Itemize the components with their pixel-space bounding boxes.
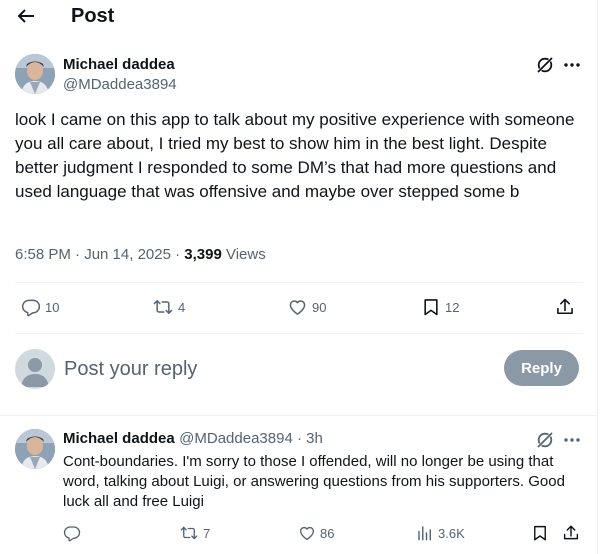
grok-icon[interactable]	[535, 430, 555, 450]
share-action[interactable]	[555, 297, 575, 317]
reply-bookmark-action[interactable]	[531, 524, 549, 542]
reply-input[interactable]: Post your reply	[64, 357, 197, 381]
post-text: look I came on this app to talk about my…	[15, 110, 575, 201]
reply-action[interactable]: 10	[21, 297, 59, 317]
repost-count: 4	[178, 299, 186, 315]
reply-like-action[interactable]: 86	[298, 524, 334, 542]
bookmark-icon	[424, 299, 438, 316]
reply-avatar[interactable]	[15, 429, 55, 469]
reply-icon	[21, 299, 41, 317]
reply-repost-action[interactable]: 7	[179, 524, 210, 542]
back-arrow-icon[interactable]	[14, 4, 38, 28]
post-timestamp[interactable]: 6:58 PM · Jun 14, 2025 ·	[15, 246, 184, 263]
reply-reply-action[interactable]	[63, 524, 85, 542]
divider	[15, 333, 583, 334]
divider	[15, 282, 583, 283]
page-title: Post	[71, 5, 115, 27]
reply-author-handle[interactable]: @MDaddea3894 · 3h	[179, 430, 323, 447]
views-label: Views	[221, 246, 266, 263]
reply-post-text: Cont-boundaries. I'm sorry to those I of…	[63, 453, 565, 510]
bookmark-icon	[534, 525, 546, 541]
reply-views-action[interactable]: 3.6K	[416, 524, 465, 542]
grok-icon[interactable]	[535, 55, 555, 75]
repost-icon	[153, 300, 173, 314]
avatar[interactable]	[15, 54, 55, 94]
reply-like-count: 86	[320, 525, 335, 541]
more-icon[interactable]	[562, 430, 582, 450]
repost-action[interactable]: 4	[152, 297, 185, 317]
views-count: 3,399	[184, 246, 222, 263]
author-name[interactable]: Michael daddea	[63, 56, 175, 74]
user-avatar[interactable]	[15, 349, 55, 389]
like-icon	[289, 300, 306, 315]
reply-count: 10	[45, 299, 60, 315]
bookmark-action[interactable]: 12	[421, 297, 459, 317]
like-count: 90	[312, 299, 327, 315]
bookmark-count: 12	[445, 299, 460, 315]
more-icon[interactable]	[562, 55, 582, 75]
post-meta: 6:58 PM · Jun 14, 2025 · 3,399 Views	[15, 246, 266, 264]
reply-header: Michael daddea @MDaddea3894 · 3h	[63, 430, 323, 448]
like-icon	[299, 526, 315, 541]
like-action[interactable]: 90	[287, 297, 326, 317]
column-border	[597, 0, 598, 554]
reply-button[interactable]: Reply	[504, 350, 579, 386]
reply-views-count: 3.6K	[438, 525, 465, 541]
reply-share-action[interactable]	[562, 524, 580, 542]
views-icon	[418, 526, 431, 541]
reply-icon	[63, 526, 81, 542]
reply-author-name[interactable]: Michael daddea	[63, 430, 175, 447]
share-icon	[563, 525, 579, 540]
author-handle[interactable]: @MDaddea3894	[63, 76, 177, 94]
divider	[0, 415, 597, 416]
repost-icon	[180, 526, 198, 540]
share-icon	[557, 298, 573, 315]
reply-repost-count: 7	[203, 525, 211, 541]
